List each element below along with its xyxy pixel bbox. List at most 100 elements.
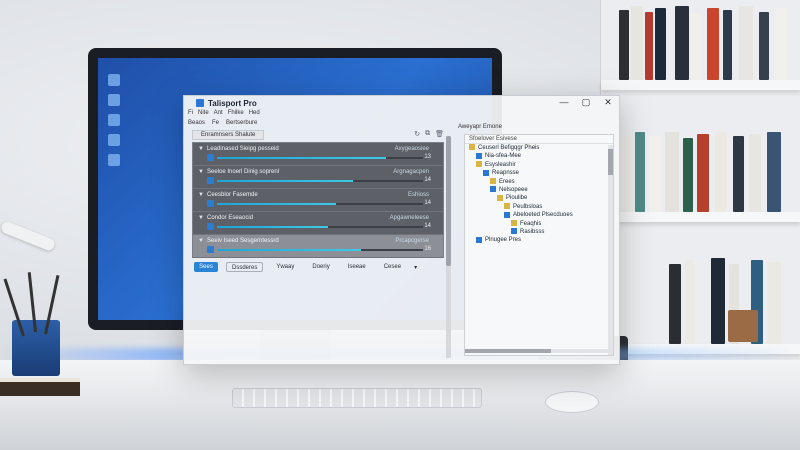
cancel-button[interactable]: Cesee	[379, 262, 406, 272]
tab-transfers[interactable]: Enramnsers Shalute	[192, 130, 265, 140]
transfer-row[interactable]: ▼ Seeloe Inoerl Dinig soprenl Argnagacpe…	[193, 166, 443, 189]
progress-fill	[217, 203, 337, 205]
toolbar-item[interactable]: Beaos	[188, 120, 205, 130]
menu-item[interactable]: Nite	[198, 110, 209, 120]
refresh-icon[interactable]: ↻	[414, 130, 420, 138]
tree-node[interactable]: Plnugee Pres	[465, 236, 613, 244]
transfer-status: Argnagacpen	[393, 169, 429, 175]
window-controls: — ▢ ✕	[559, 97, 613, 108]
action-button[interactable]: Ywaay	[271, 262, 299, 272]
transfer-status: Apgawneleese	[389, 215, 429, 221]
expand-arrow-icon[interactable]: ▼	[198, 215, 204, 221]
tree-node[interactable]: Esysleashir	[465, 161, 613, 169]
tree-node[interactable]: Ceuserl Befigqgr Pheis	[465, 144, 613, 152]
transfer-list: ▼ Leadinased Sieipg pesseid Axygeaosiee …	[192, 142, 444, 258]
menu-item[interactable]: Fi	[188, 110, 193, 120]
transfer-row[interactable]: ▼ Leadinased Sieipg pesseid Axygeaosiee …	[193, 143, 443, 166]
tree-node[interactable]: Nelsopeee	[465, 186, 613, 194]
folder-icon	[469, 144, 475, 151]
dropdown-icon[interactable]: ▾	[414, 264, 417, 271]
action-bar: Sees Dssderes Ywaay Doeriy Iseeae Cesee …	[192, 260, 444, 274]
scrollbar-thumb[interactable]	[608, 149, 613, 175]
tree-node[interactable]: Rasibsss	[465, 228, 613, 236]
progress-bar	[217, 226, 423, 228]
menu-item[interactable]: Fhilke	[228, 110, 244, 120]
progress-fill	[217, 157, 386, 159]
tree-node-label: Nelsopeee	[499, 186, 528, 193]
delete-icon[interactable]: 🗑	[435, 130, 444, 138]
tree-node-label: Reapnsse	[492, 170, 520, 177]
transfer-row[interactable]: ▼ Condor Eseaocid Apgawneleese 14	[193, 212, 443, 235]
scrollbar-thumb[interactable]	[446, 136, 451, 266]
tree-horizontal-scrollbar[interactable]	[465, 349, 610, 353]
transfer-row[interactable]: ▼ Ceesblor Fasemde Eshioss 14	[193, 189, 443, 212]
action-button[interactable]: Dssderes	[226, 262, 264, 272]
toolbar-item[interactable]: Bertserbure	[226, 120, 257, 130]
transfer-name: Leadinased Sieipg pesseid	[207, 146, 279, 152]
expand-arrow-icon[interactable]: ▼	[198, 238, 204, 244]
copy-icon[interactable]: ⧉	[425, 130, 430, 138]
tree-node-label: Ceuserl Befigqgr Pheis	[478, 145, 540, 151]
toolbar-item[interactable]: Fe	[212, 120, 219, 130]
scrollbar-thumb[interactable]	[465, 349, 551, 353]
title-bar[interactable]: Talisport Pro — ▢ ✕	[184, 96, 619, 110]
folder-icon	[511, 219, 517, 226]
panel-title: Aweyapr Emone	[458, 124, 502, 130]
bookshelf	[600, 0, 800, 360]
folder-icon	[476, 161, 482, 168]
tree-node-label: Rasibsss	[520, 228, 545, 235]
app-window: Talisport Pro — ▢ ✕ Fi Nite Ant Fhilke H…	[183, 95, 620, 365]
drive-icon	[490, 186, 496, 193]
drive-icon	[504, 211, 510, 218]
maximize-button[interactable]: ▢	[581, 97, 591, 108]
tree-scrollbar[interactable]	[608, 145, 613, 355]
keyboard	[232, 388, 482, 408]
drive-icon	[483, 169, 489, 176]
transfer-name: Ceesblor Fasemde	[207, 192, 258, 198]
expand-arrow-icon[interactable]: ▼	[198, 192, 204, 198]
minimize-button[interactable]: —	[559, 97, 569, 108]
transfer-count: 13	[424, 154, 431, 160]
close-button[interactable]: ✕	[603, 97, 613, 108]
tree-node-label: Nia-sfea-Mee	[485, 153, 522, 160]
pencil-cup	[3, 272, 60, 376]
folder-icon	[490, 177, 496, 184]
browser-panel: Aweyapr Emone Sfoelover Esivese Ceuserl …	[454, 124, 616, 364]
desktop-icon	[108, 154, 120, 166]
drive-icon	[476, 236, 482, 243]
tree-node-label: Plnugee Pres	[485, 237, 522, 244]
transfer-name: Condor Eseaocid	[207, 215, 254, 221]
transfer-row-selected[interactable]: ▼ Seeiv Iseed Sesgerntessrd Prcapcgerse …	[193, 235, 443, 258]
transfer-count: 14	[424, 223, 431, 229]
folder-icon	[504, 203, 510, 210]
vertical-scrollbar[interactable]	[446, 136, 451, 358]
action-button[interactable]: Doeriy	[307, 262, 334, 272]
toolbar: Beaos Fe Bertserbure	[188, 120, 257, 130]
shelf	[601, 80, 800, 90]
tree-node[interactable]: Peulbsloas	[465, 203, 613, 211]
menu-item[interactable]: Hed	[249, 110, 260, 120]
transfer-name: Seeloe Inoerl Dinig soprenl	[207, 169, 280, 175]
tree-node[interactable]: Pioulibe	[465, 194, 613, 202]
tree-node[interactable]: Feaqhis	[465, 219, 613, 228]
menu-bar: Fi Nite Ant Fhilke Hed	[188, 110, 260, 120]
desktop-icon	[108, 94, 120, 106]
transfer-status: Prcapcgerse	[395, 238, 429, 244]
expand-arrow-icon[interactable]: ▼	[198, 146, 204, 152]
shelf	[601, 212, 800, 222]
progress-bar	[217, 157, 423, 159]
transfer-status: Eshioss	[407, 192, 429, 198]
tree-node[interactable]: Reapnsse	[465, 169, 613, 177]
progress-fill	[217, 249, 362, 251]
tree-node[interactable]: Nia-sfea-Mee	[465, 152, 613, 160]
mouse	[545, 391, 599, 413]
tree-header: Sfoelover Esivese	[465, 135, 613, 144]
expand-arrow-icon[interactable]: ▼	[198, 169, 204, 175]
tree-node[interactable]: Erees	[465, 177, 613, 186]
action-button[interactable]: Iseeae	[343, 262, 371, 272]
file-icon	[207, 200, 214, 207]
file-icon	[207, 246, 214, 253]
menu-item[interactable]: Ant	[214, 110, 223, 120]
primary-action-button[interactable]: Sees	[194, 262, 218, 272]
tree-node[interactable]: Abeloeted Plsecduoes	[465, 211, 613, 219]
